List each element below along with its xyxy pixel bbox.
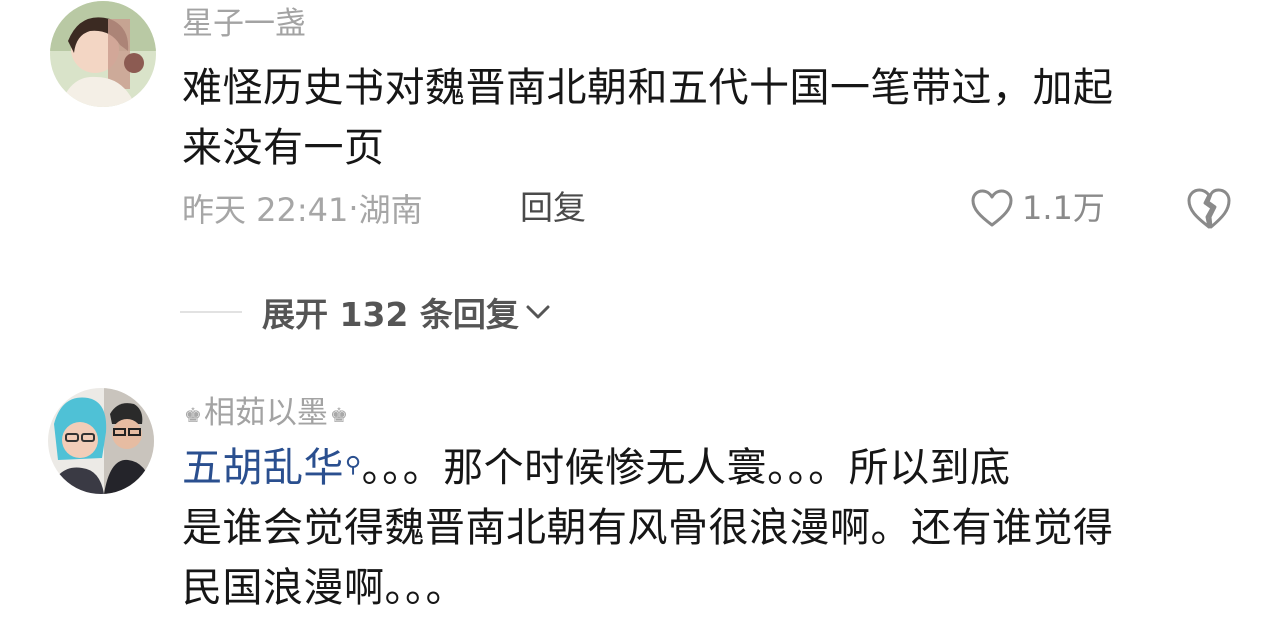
comment-text-line: 五胡乱华⚲。。。那个时候惨无人寰。。。所以到底 [182,438,1242,498]
comment-text-line: 民国浪漫啊。。。 [182,565,466,611]
meta-separator: · [348,189,359,227]
avatar[interactable] [50,1,156,107]
expand-replies-row: 展开 132 条回复 [180,290,553,334]
comment-text-line: 难怪历史书对魏晋南北朝和五代十国一笔带过，加起 [182,65,1114,111]
topic-link-label: 五胡乱华 [182,445,344,491]
divider [180,311,242,313]
comment-text: 五胡乱华⚲。。。那个时候惨无人寰。。。所以到底 是谁会觉得魏晋南北朝有风骨很浪漫… [182,438,1242,618]
comment-time: 昨天 22:41 [182,191,349,229]
comment-text: 难怪历史书对魏晋南北朝和五代十国一笔带过，加起 来没有一页 [182,58,1242,178]
avatar[interactable] [48,388,154,494]
broken-heart-icon [1187,188,1231,229]
comment-meta: 昨天 22:41 · 湖南 [182,186,423,230]
avatar-image [50,1,156,107]
heart-outline-icon [971,189,1013,227]
comment-username-row[interactable]: ♚ 相茹以墨 ♚ [182,393,350,433]
like-count: 1.1万 [1022,189,1105,227]
search-icon: ⚲ [345,453,362,478]
comment-text-line: 来没有一页 [182,125,385,171]
dislike-button[interactable] [1186,187,1232,231]
comment-text-line: 是谁会觉得魏晋南北朝有风骨很浪漫啊。还有谁觉得 [182,505,1114,551]
avatar-image [48,388,154,494]
expand-replies-label: 展开 132 条回复 [262,295,519,334]
topic-link[interactable]: 五胡乱华⚲ [182,445,362,491]
comment-username: 相茹以墨 [203,395,328,431]
comment-username[interactable]: 星子一盏 [182,4,306,44]
comment-location: 湖南 [358,191,423,229]
chevron-down-icon [526,305,550,319]
comment-text-segment: 。。。那个时候惨无人寰。。。所以到底 [361,445,1011,491]
crown-icon: ♚ [184,403,202,427]
reply-button[interactable]: 回复 [520,186,586,230]
like-button[interactable]: 1.1万 [970,185,1105,231]
expand-replies-button[interactable]: 展开 132 条回复 [262,288,553,336]
crown-icon: ♚ [329,403,348,427]
